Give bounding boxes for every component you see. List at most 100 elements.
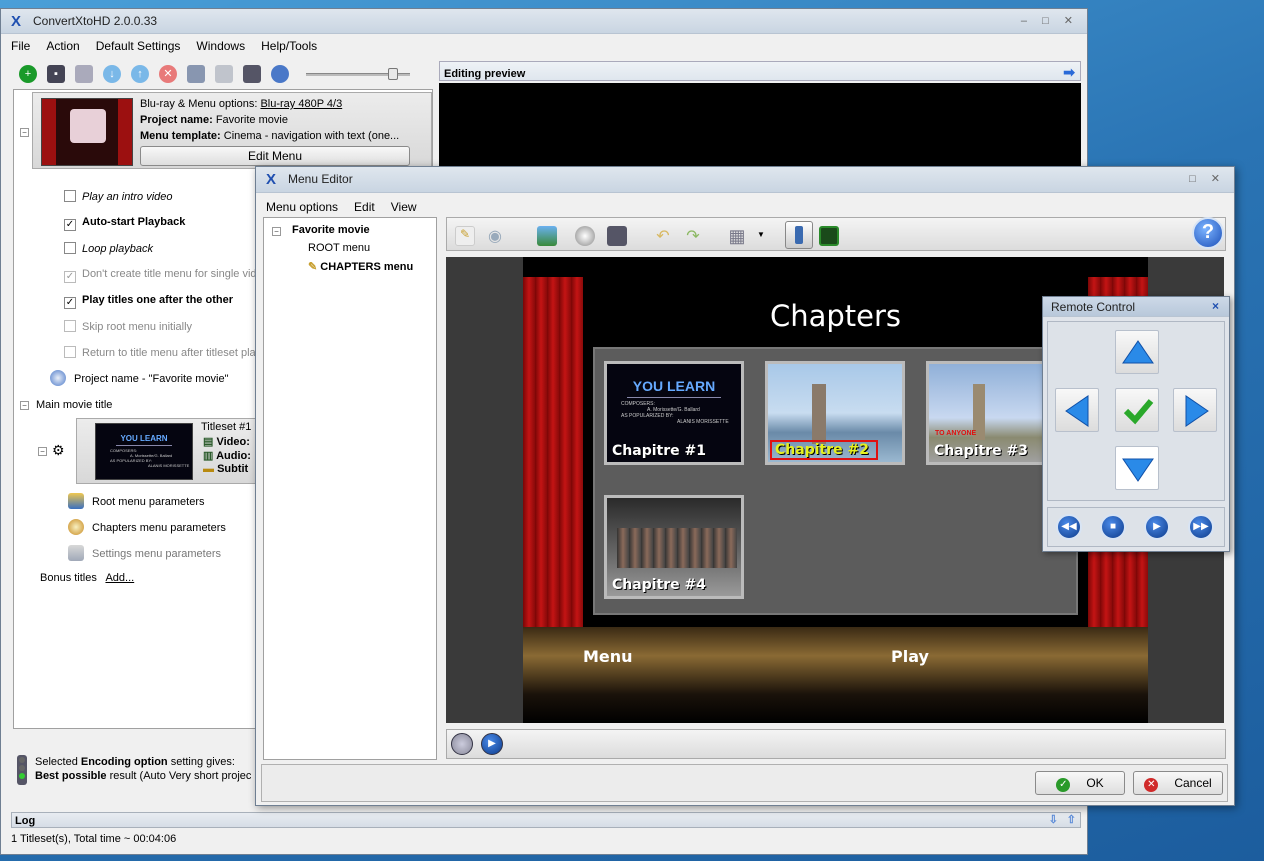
option-checkbox[interactable] xyxy=(64,190,76,202)
tree-collapse-menus[interactable]: − xyxy=(272,227,281,236)
chapters-panel: YOU LEARN COMPOSERS: A. Morissette/G. Ba… xyxy=(593,347,1078,615)
arrow-down-button[interactable] xyxy=(1115,446,1159,490)
tree-collapse-main-title[interactable]: − xyxy=(20,401,29,410)
titleset-box[interactable]: YOU LEARN COMPOSERS: A. Morissette/G. Ba… xyxy=(76,418,256,484)
eye-icon[interactable]: ◉ xyxy=(485,226,505,246)
menu-file[interactable]: File xyxy=(1,36,36,53)
previous-icon[interactable]: ◀◀ xyxy=(1056,514,1082,540)
log-down-icon[interactable]: ⇩ xyxy=(1049,813,1058,826)
stop-icon[interactable]: ■ xyxy=(1100,514,1126,540)
enter-button[interactable] xyxy=(1115,388,1159,432)
chapter-2-button[interactable]: Chapitre #2 xyxy=(765,361,905,465)
menu-windows[interactable]: Windows xyxy=(186,36,251,53)
zoom-slider[interactable] xyxy=(306,68,410,80)
disc-icon[interactable] xyxy=(271,65,289,83)
video-clip-icon[interactable] xyxy=(607,226,627,246)
remote-control-icon[interactable] xyxy=(785,221,813,249)
chapter-4-label: Chapitre #4 xyxy=(612,577,706,593)
list-icon[interactable] xyxy=(215,65,233,83)
project-box[interactable]: Blu-ray & Menu options: Blu-ray 480P 4/3… xyxy=(32,92,432,169)
menu-editor-title-bar[interactable]: X Menu Editor □ ✕ xyxy=(256,167,1234,193)
menu-default-settings[interactable]: Default Settings xyxy=(86,36,187,53)
option-checkbox[interactable]: ✓ xyxy=(64,271,76,283)
grid-icon[interactable]: ▦ xyxy=(727,226,747,246)
option-checkbox[interactable] xyxy=(64,242,76,254)
menu-nav-label[interactable]: Menu xyxy=(583,647,633,666)
option-checkbox[interactable] xyxy=(64,346,76,358)
safe-area-icon[interactable] xyxy=(819,226,839,246)
play-nav-label[interactable]: Play xyxy=(891,647,929,666)
cancel-button[interactable]: ✕ Cancel xyxy=(1133,771,1223,795)
remote-title-bar[interactable]: Remote Control × xyxy=(1043,297,1229,317)
redo-icon[interactable]: ↷ xyxy=(683,226,703,246)
tree-main-movie-title[interactable]: Main movie title xyxy=(36,399,112,411)
menu-action[interactable]: Action xyxy=(36,36,85,53)
ok-button[interactable]: ✓ OK xyxy=(1035,771,1125,795)
image-icon[interactable] xyxy=(537,226,557,246)
help-button[interactable]: ? xyxy=(1192,217,1224,249)
save-icon[interactable]: ▪ xyxy=(47,65,65,83)
arrow-left-icon xyxy=(1065,395,1089,427)
menu-editor-menu-bar: Menu options Edit View xyxy=(256,197,1234,217)
option-auto-start[interactable]: ✓ Auto-start Playback xyxy=(64,216,185,231)
chapter-2-label: Chapitre #2 xyxy=(770,440,878,460)
app-logo-icon: X xyxy=(266,171,277,188)
tree-root-menu-params[interactable]: Root menu parameters xyxy=(68,493,205,509)
option-play-intro[interactable]: Play an intro video xyxy=(64,190,173,203)
bluray-label: Blu-ray & Menu options: xyxy=(140,98,258,110)
pencil-icon[interactable]: ✎ xyxy=(455,226,475,246)
tree-project-name[interactable]: Project name - "Favorite movie" xyxy=(50,370,229,386)
option-checkbox[interactable]: ✓ xyxy=(64,219,76,231)
move-down-icon[interactable]: ↓ xyxy=(103,65,121,83)
undo-icon[interactable]: ↶ xyxy=(653,226,673,246)
titleset-video-label: Video: xyxy=(216,436,250,448)
tree-chapters-menu-params[interactable]: Chapters menu parameters xyxy=(68,519,226,535)
tools-icon[interactable] xyxy=(187,65,205,83)
monitor-icon[interactable] xyxy=(243,65,261,83)
window-controls[interactable]: □ ✕ xyxy=(1189,172,1226,185)
chapter-1-button[interactable]: YOU LEARN COMPOSERS: A. Morissette/G. Ba… xyxy=(604,361,744,465)
next-icon[interactable]: ▶▶ xyxy=(1188,514,1214,540)
option-return-title-menu[interactable]: Return to title menu after titleset pla xyxy=(64,346,256,359)
chevron-down-icon[interactable]: ▼ xyxy=(757,230,765,239)
menu-tree-chapters-menu[interactable]: ✎ CHAPTERS menu xyxy=(308,260,413,273)
menu-menu-options[interactable]: Menu options xyxy=(256,197,344,214)
stop-icon[interactable] xyxy=(451,733,473,755)
play-icon[interactable]: ▶ xyxy=(481,733,503,755)
add-bonus-link[interactable]: Add... xyxy=(105,572,134,584)
window-controls[interactable]: – □ ✕ xyxy=(1021,14,1079,27)
bluray-option-link[interactable]: Blu-ray 480P 4/3 xyxy=(260,98,342,110)
option-checkbox[interactable] xyxy=(64,320,76,332)
log-up-icon[interactable]: ⇧ xyxy=(1067,813,1076,826)
tree-settings-menu-params[interactable]: Settings menu parameters xyxy=(68,545,221,561)
arrow-up-button[interactable] xyxy=(1115,330,1159,374)
arrow-right-button[interactable] xyxy=(1173,388,1217,432)
disc-icon xyxy=(50,370,66,386)
properties-icon[interactable] xyxy=(75,65,93,83)
zoom-slider-knob[interactable] xyxy=(388,68,398,80)
move-up-icon[interactable]: ↑ xyxy=(131,65,149,83)
delete-icon[interactable]: ✕ xyxy=(159,65,177,83)
menu-tree-root-menu[interactable]: ROOT menu xyxy=(308,242,370,254)
play-icon[interactable]: ▶ xyxy=(1144,514,1170,540)
menu-editor-title: Menu Editor xyxy=(288,172,353,186)
chapter-4-button[interactable]: Chapitre #4 xyxy=(604,495,744,599)
menu-help-tools[interactable]: Help/Tools xyxy=(251,36,323,53)
menu-view[interactable]: View xyxy=(381,197,423,214)
add-icon[interactable]: + xyxy=(19,65,37,83)
tree-collapse-titleset[interactable]: − xyxy=(38,447,47,456)
arrow-right-icon[interactable]: ➡ xyxy=(1063,64,1075,81)
option-skip-root-menu[interactable]: Skip root menu initially xyxy=(64,320,192,333)
arrow-left-button[interactable] xyxy=(1055,388,1099,432)
option-loop-playback[interactable]: Loop playback xyxy=(64,242,153,255)
option-checkbox[interactable]: ✓ xyxy=(64,297,76,309)
tree-collapse-project[interactable]: − xyxy=(20,128,29,137)
remote-close-icon[interactable]: × xyxy=(1212,299,1219,313)
music-icon[interactable] xyxy=(575,226,595,246)
option-no-title-menu[interactable]: ✓ Don't create title menu for single vid xyxy=(64,268,257,283)
menu-tree-root[interactable]: Favorite movie xyxy=(292,224,370,236)
menu-edit[interactable]: Edit xyxy=(344,197,381,214)
main-title-bar[interactable]: X ConvertXtoHD 2.0.0.33 – □ ✕ xyxy=(1,9,1087,34)
option-play-titles-sequence[interactable]: ✓ Play titles one after the other xyxy=(64,294,233,309)
edit-menu-button[interactable]: Edit Menu xyxy=(140,146,410,166)
